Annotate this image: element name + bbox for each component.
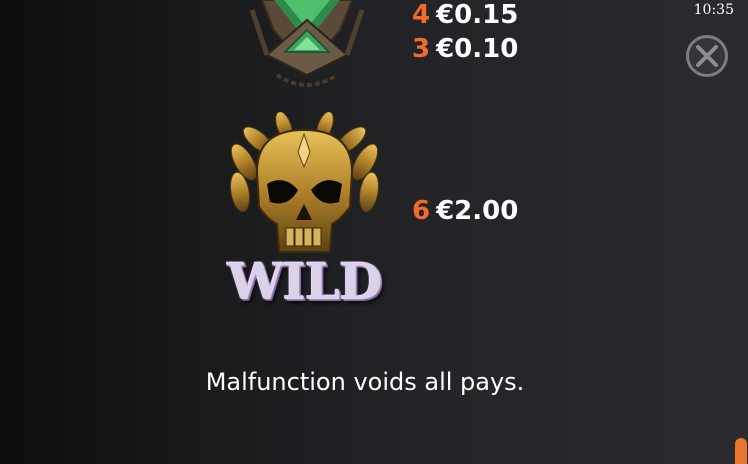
close-icon bbox=[696, 45, 718, 67]
scrollbar[interactable] bbox=[732, 0, 748, 464]
pay-count: 4 bbox=[412, 0, 431, 30]
clock: 10:35 bbox=[693, 2, 734, 18]
pay-row-wild-6: 6 €2.00 bbox=[412, 196, 518, 226]
pay-value: €2.00 bbox=[436, 196, 519, 226]
pay-row-shield-4: 4 €0.15 bbox=[412, 0, 518, 30]
green-crystal-shield-icon bbox=[249, 0, 365, 87]
pay-count: 3 bbox=[412, 34, 431, 64]
pay-value: €0.15 bbox=[436, 0, 519, 30]
close-button[interactable] bbox=[686, 35, 728, 77]
malfunction-notice: Malfunction voids all pays. bbox=[205, 368, 525, 396]
pay-count: 6 bbox=[412, 196, 431, 226]
wild-symbol: WILD bbox=[222, 111, 387, 312]
pay-row-shield-3: 3 €0.10 bbox=[412, 34, 518, 64]
pay-value: €0.10 bbox=[436, 34, 519, 64]
scroll-thumb[interactable] bbox=[735, 438, 747, 464]
golden-skull-wild-icon bbox=[229, 111, 380, 253]
wild-logo-text: WILD bbox=[227, 252, 382, 311]
